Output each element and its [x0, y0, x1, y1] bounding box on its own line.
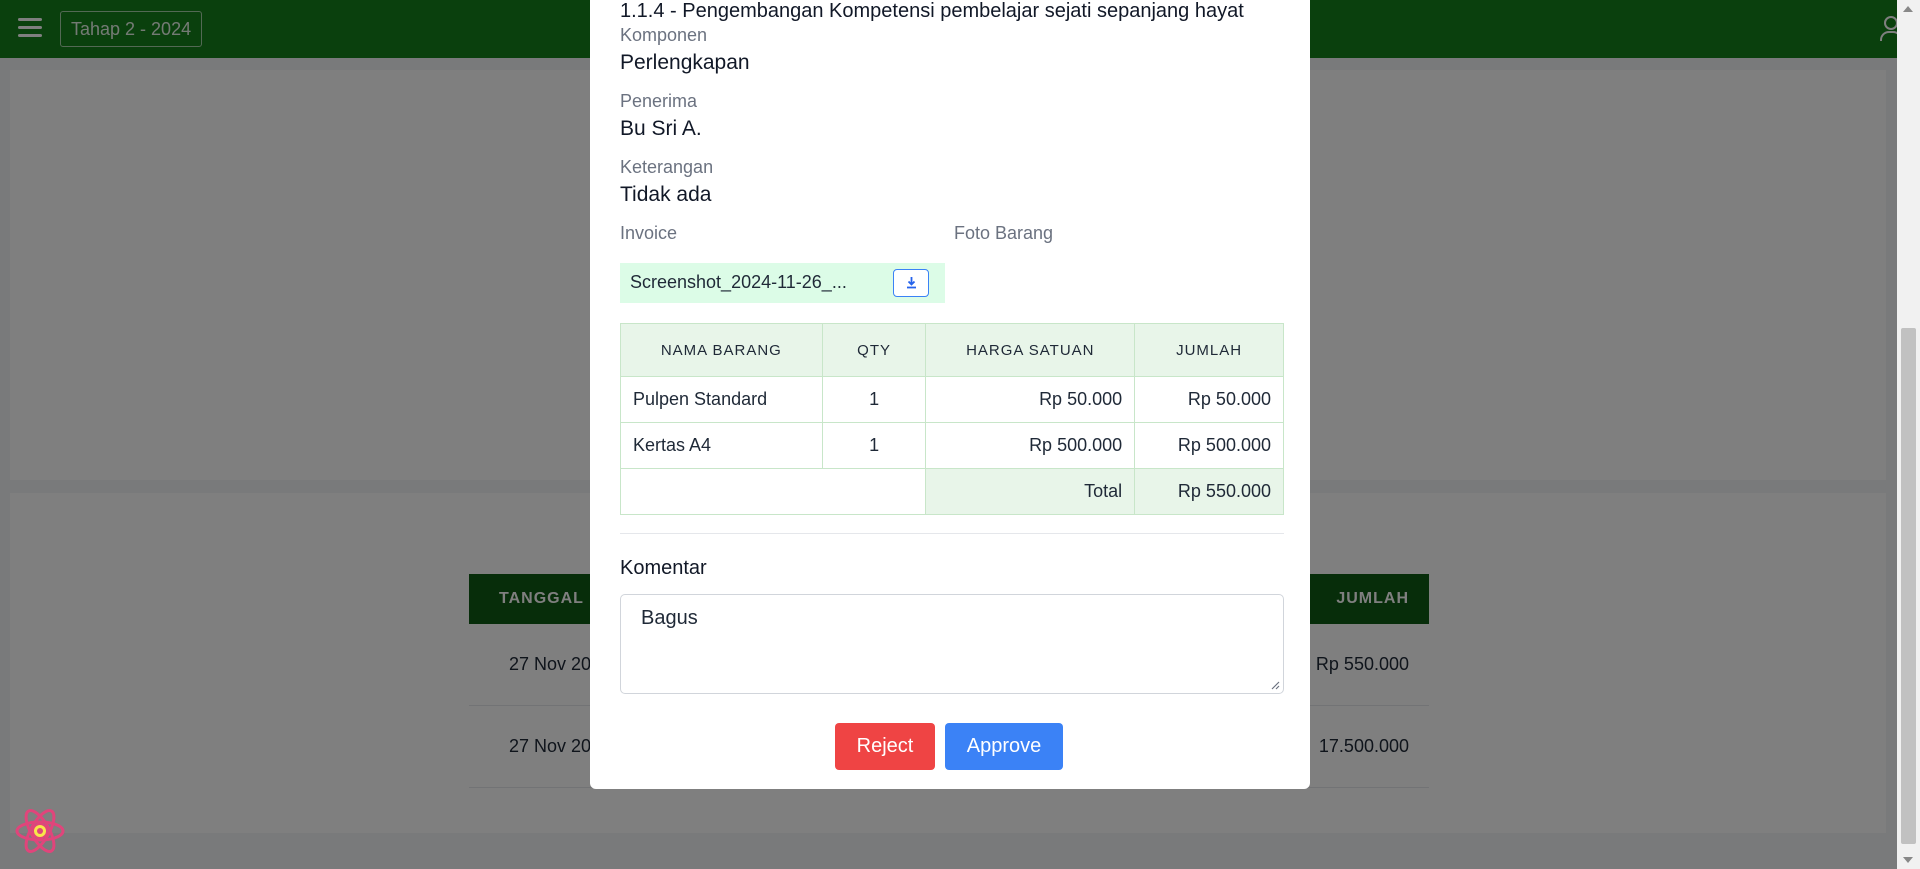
reject-button[interactable]: Reject [835, 723, 935, 770]
item-unit-price: Rp 500.000 [925, 422, 1136, 469]
resize-handle-icon[interactable] [1270, 680, 1280, 690]
approve-button[interactable]: Approve [945, 723, 1063, 770]
item-qty: 1 [821, 376, 927, 423]
keterangan-label: Keterangan [620, 157, 714, 177]
komentar-label: Komentar [620, 557, 707, 579]
invoice-file: Screenshot_2024-11-26_... [620, 263, 945, 303]
column-header-jumlah: JUMLAH [1134, 323, 1284, 377]
react-devtools-icon[interactable] [14, 805, 66, 857]
item-name: Kertas A4 [620, 422, 823, 469]
column-header-harga-satuan: HARGA SATUAN [925, 323, 1136, 377]
komentar-textarea[interactable]: Bagus [620, 594, 1284, 694]
komponen-label: Komponen [620, 25, 708, 45]
column-header-qty: QTY [821, 323, 927, 377]
invoice-label: Invoice [620, 223, 678, 243]
scroll-down-arrow-icon[interactable] [1903, 857, 1913, 863]
page-scrollbar[interactable] [1897, 0, 1920, 869]
scroll-up-arrow-icon[interactable] [1903, 6, 1913, 12]
item-name: Pulpen Standard [620, 376, 823, 423]
item-qty: 1 [821, 422, 927, 469]
total-spacer [619, 468, 927, 515]
divider [620, 533, 1284, 534]
download-icon [907, 277, 916, 289]
invoice-file-name: Screenshot_2024-11-26_... [630, 272, 847, 292]
keterangan-value: Tidak ada [620, 183, 712, 206]
column-header-nama-barang: NAMA BARANG [620, 323, 823, 377]
download-button[interactable] [893, 269, 929, 297]
items-table: NAMA BARANG QTY HARGA SATUAN JUMLAH Pulp… [619, 323, 1284, 515]
penerima-label: Penerima [620, 91, 698, 111]
table-row: Kertas A4 1 Rp 500.000 Rp 500.000 [620, 422, 1284, 469]
approval-modal: 1.1.4 - Pengembangan Kompetensi pembelaj… [590, 0, 1310, 789]
total-value: Rp 550.000 [1134, 468, 1284, 515]
total-row: Total Rp 550.000 [619, 468, 1284, 515]
foto-barang-label: Foto Barang [954, 223, 1054, 243]
scrollbar-thumb[interactable] [1901, 328, 1916, 844]
item-amount: Rp 50.000 [1134, 376, 1284, 423]
komponen-value: Perlengkapan [620, 51, 750, 74]
table-row: Pulpen Standard 1 Rp 50.000 Rp 50.000 [620, 376, 1284, 423]
penerima-value: Bu Sri A. [620, 117, 702, 140]
total-label: Total [925, 468, 1136, 515]
items-table-header: NAMA BARANG QTY HARGA SATUAN JUMLAH [620, 323, 1284, 377]
item-amount: Rp 500.000 [1134, 422, 1284, 469]
item-unit-price: Rp 50.000 [925, 376, 1136, 423]
modal-title: 1.1.4 - Pengembangan Kompetensi pembelaj… [620, 0, 1244, 22]
